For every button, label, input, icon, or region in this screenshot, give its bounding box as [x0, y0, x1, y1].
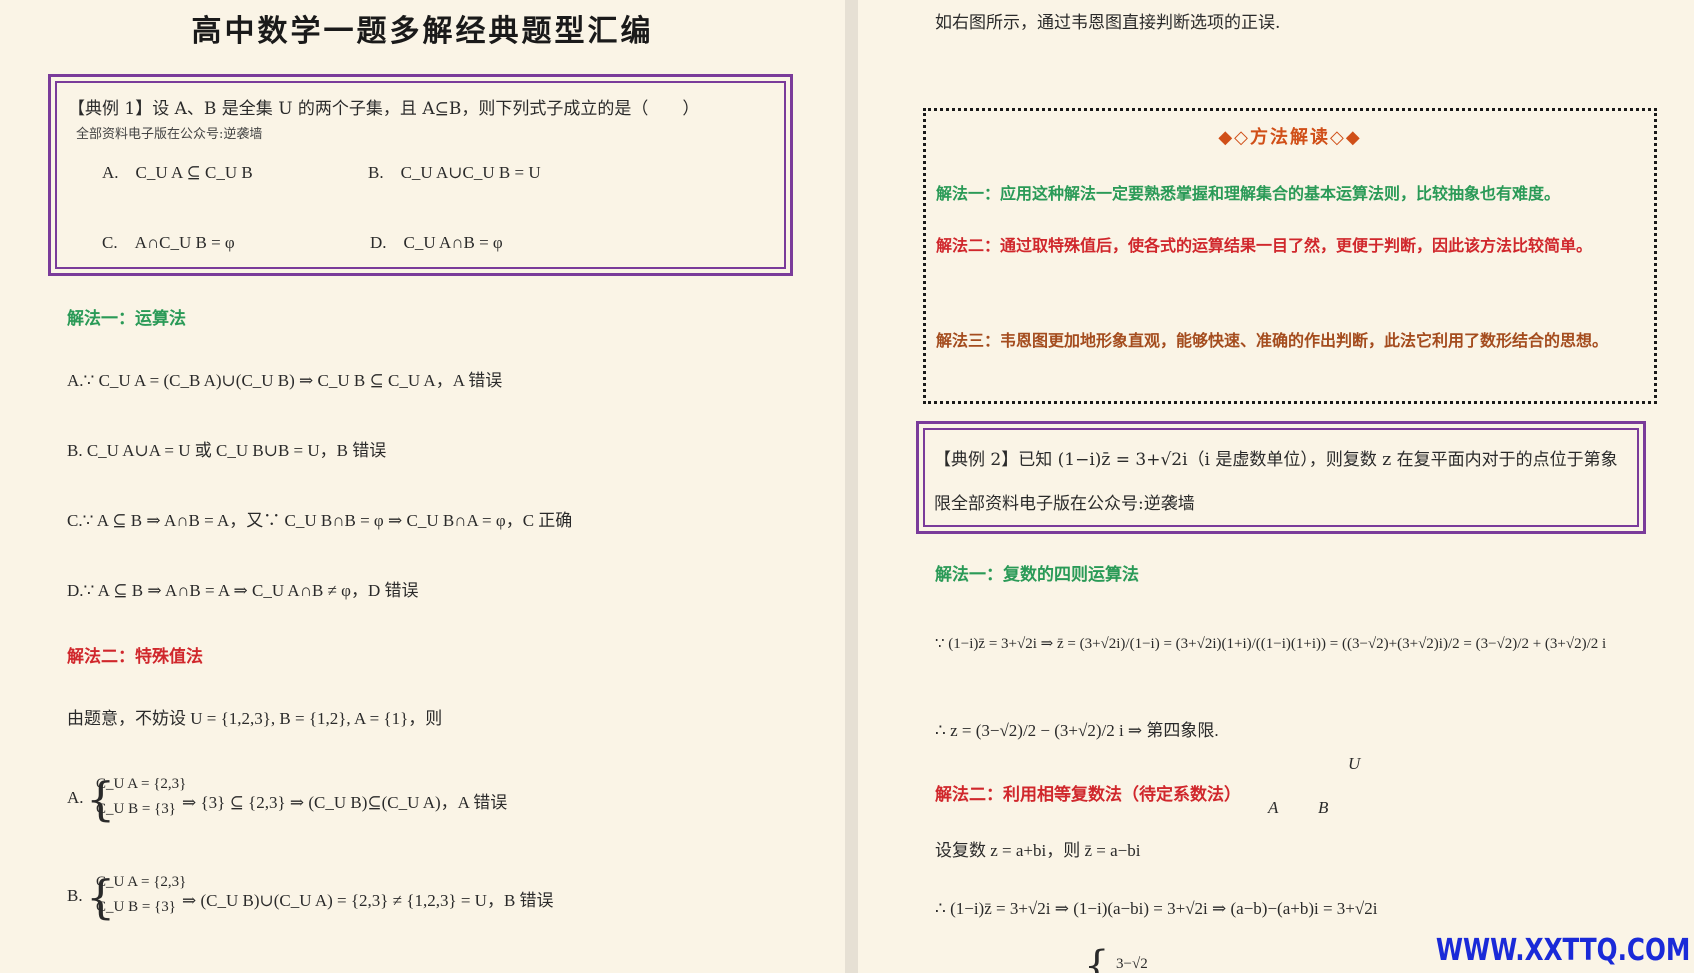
case-a-brace-line2: C_U B = {3} — [96, 801, 176, 817]
sol2-eq3: 设复数 z = a+bi，则 z̄ = a−bi — [935, 841, 1141, 860]
sol2-brace-partial: { — [1084, 943, 1110, 973]
right-page: 如右图所示，通过韦恩图直接判断选项的正误. ◆◇方法解读◇◆ 解法一：应用这种解… — [858, 0, 1694, 973]
case-b-rest: ⇒ (C_U B)∪(C_U A) = {2,3} ≠ {1,2,3} = U，… — [182, 891, 554, 910]
case-b-brace-line1: C_U A = {2,3} — [96, 874, 187, 890]
method1-line-c: C.∵ A ⊆ B ⇒ A∩B = A，又∵ C_U B∩B = φ ⇒ C_U… — [67, 511, 573, 530]
right-top-line: 如右图所示，通过韦恩图直接判断选项的正误. — [935, 13, 1281, 33]
example1-note: 全部资料电子版在公众号:逆袭墙 — [76, 127, 263, 142]
sol1-title: 解法一：复数的四则运算法 — [935, 565, 1139, 585]
sol1-eq1: ∵ (1−i)z̄ = 3+√2i ⇒ z̄ = (3+√2i)/(1−i) =… — [935, 636, 1607, 652]
site-watermark: WWW.XXTTQ.COM — [1435, 933, 1690, 968]
option-a: A. C_U A ⊆ C_U B — [102, 163, 253, 182]
method1-line-d: D.∵ A ⊆ B ⇒ A∩B = A ⇒ C_U A∩B ≠ φ，D 错误 — [67, 581, 419, 600]
case-a-brace-line1: C_U A = {2,3} — [96, 776, 187, 792]
option-b: B. C_U A∪C_U B = U — [368, 163, 541, 182]
method2-intro: 由题意，不妨设 U = {1,2,3}, B = {1,2}, A = {1}，… — [67, 709, 443, 728]
page-title: 高中数学一题多解经典题型汇编 — [191, 14, 654, 49]
venn-label-a: A — [1268, 798, 1279, 817]
method-box-s1: 解法一：应用这种解法一定要熟悉掌握和理解集合的基本运算法则，比较抽象也有难度。 — [936, 184, 1561, 203]
case-b-label: B. — [67, 886, 83, 905]
option-c: C. A∩C_U B = φ — [102, 233, 235, 252]
method-box-s3: 解法三：韦恩图更加地形象直观，能够快速、准确的作出判断，此法它利用了数形结合的思… — [936, 331, 1609, 350]
example1-question: 【典例 1】设 A、B 是全集 U 的两个子集，且 A⊆B，则下列式子成立的是（… — [68, 99, 700, 119]
left-page: 高中数学一题多解经典题型汇编 【典例 1】设 A、B 是全集 U 的两个子集，且… — [0, 0, 845, 973]
method1-line-a: A.∵ C_U A = (C_B A)∪(C_U B) ⇒ C_U B ⊆ C_… — [67, 371, 503, 390]
option-d: D. C_U A∩B = φ — [370, 233, 503, 252]
method1-title: 解法一：运算法 — [67, 309, 186, 329]
case-a-rest: ⇒ {3} ⊆ {2,3} ⇒ (C_U B)⊆(C_U A)，A 错误 — [182, 793, 508, 812]
sol2-eq4: ∴ (1−i)z̄ = 3+√2i ⇒ (1−i)(a−bi) = 3+√2i … — [935, 899, 1378, 918]
sol2-eq5-partial: 3−√2 — [1116, 956, 1148, 972]
sol1-eq2: ∴ z = (3−√2)/2 − (3+√2)/2 i ⇒ 第四象限. — [935, 721, 1219, 740]
venn-label-b: B — [1318, 798, 1329, 817]
method-box-s2: 解法二：通过取特殊值后，使各式的运算结果一目了然，更便于判断，因此该方法比较简单… — [936, 236, 1593, 255]
method-box-heading: ◆◇方法解读◇◆ — [1218, 127, 1362, 148]
sol2-title: 解法二：利用相等复数法（待定系数法） — [935, 785, 1241, 805]
example2-text: 【典例 2】已知 (1−i)z̄ = 3+√2i（i 是虚数单位），则复数 z … — [934, 450, 1618, 514]
case-b-brace-line2: C_U B = {3} — [96, 899, 176, 915]
method2-title: 解法二：特殊值法 — [67, 647, 203, 667]
page-gutter — [845, 0, 858, 973]
method1-line-b: B. C_U A∪A = U 或 C_U B∪B = U，B 错误 — [67, 441, 387, 460]
case-a-label: A. — [67, 788, 84, 807]
venn-label-u: U — [1348, 754, 1361, 773]
